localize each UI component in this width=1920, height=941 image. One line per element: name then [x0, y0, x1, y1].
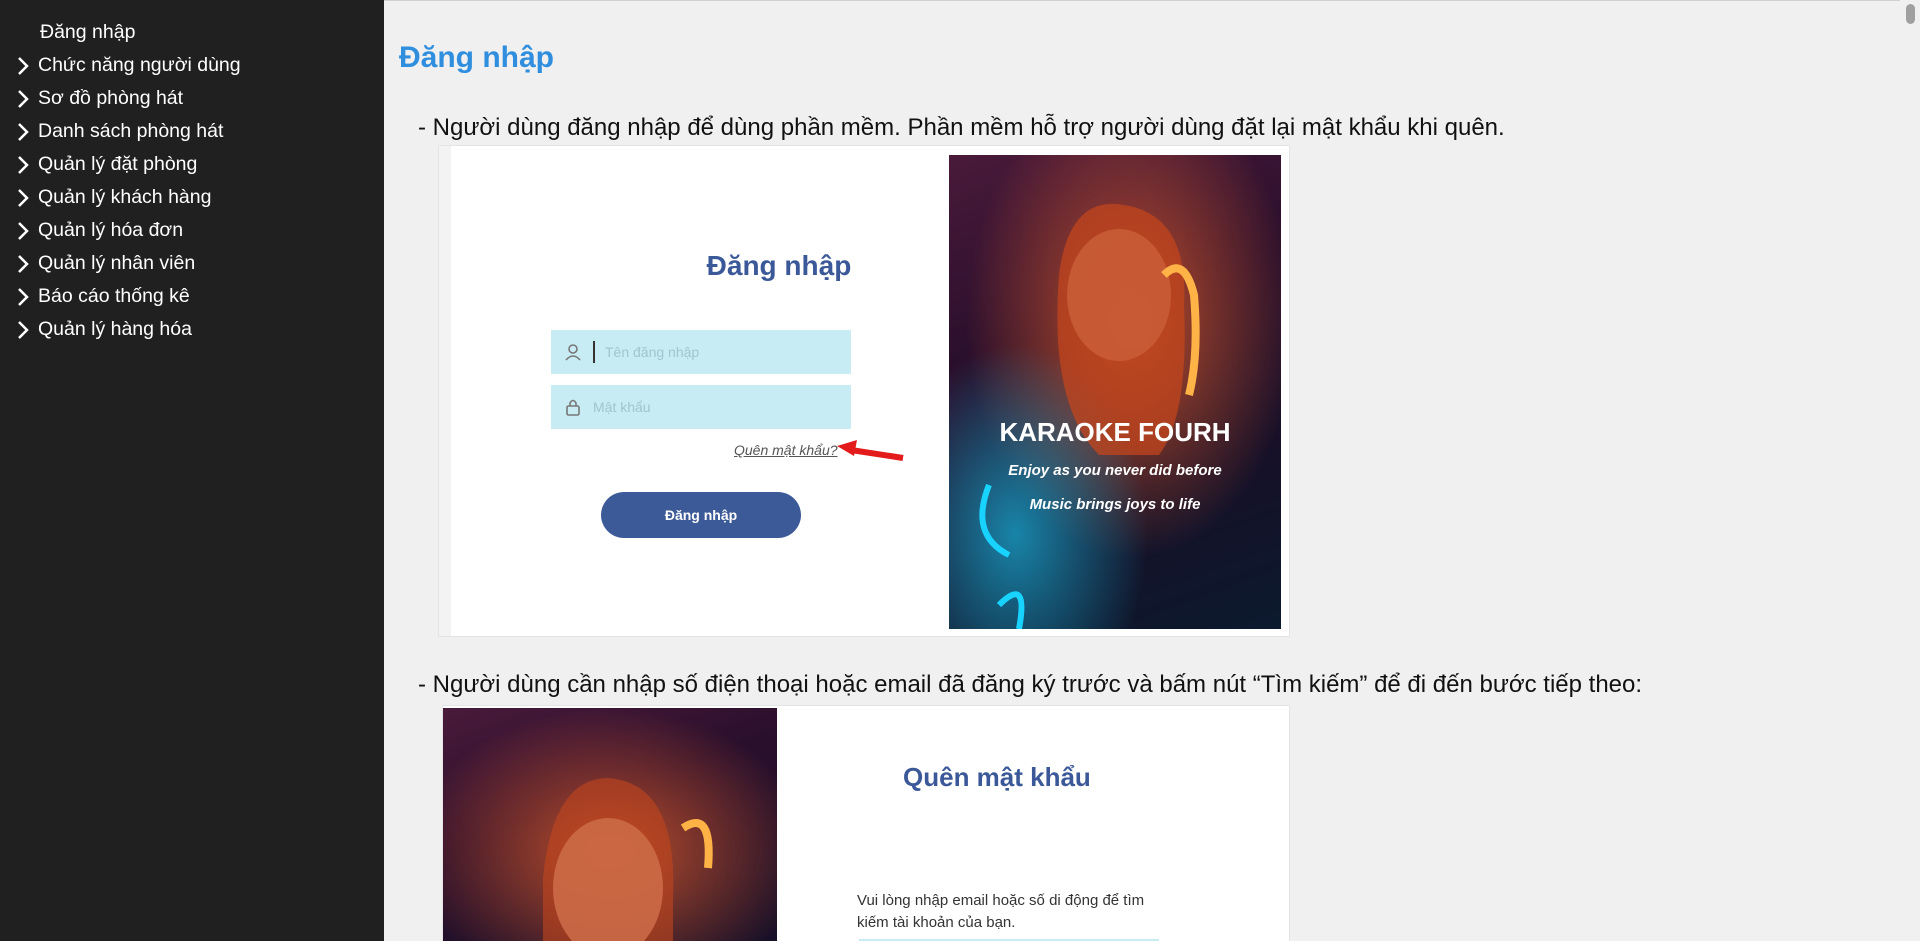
scrollbar[interactable]: [1900, 0, 1920, 941]
login-button: Đăng nhập: [601, 492, 801, 538]
sidebar-item-dang-nhap[interactable]: Đăng nhập: [0, 16, 384, 49]
sidebar-item-chuc-nang-nguoi-dung[interactable]: Chức năng người dùng: [0, 49, 384, 82]
text-caret: [593, 341, 595, 363]
scrollbar-thumb[interactable]: [1906, 4, 1915, 24]
login-screenshot: Đăng nhập Tên đăng nhập Mật khẩu Quên mậ…: [438, 145, 1290, 637]
forgot-password-screenshot: Quên mật khẩu Vui lòng nhập email hoặc s…: [442, 705, 1290, 941]
karaoke-poster-image: KARAOKE FOURH Enjoy as you never did bef…: [949, 155, 1281, 629]
password-placeholder: Mật khẩu: [593, 399, 651, 415]
sidebar-item-quan-ly-dat-phong[interactable]: Quản lý đặt phòng: [0, 148, 384, 181]
sidebar-item-label: Sơ đồ phòng hát: [38, 87, 184, 109]
main-content: Đăng nhập - Người dùng đăng nhập để dùng…: [384, 0, 1900, 941]
description-paragraph: - Người dùng đăng nhập để dùng phần mềm.…: [418, 114, 1505, 141]
sidebar-item-so-do-phong-hat[interactable]: Sơ đồ phòng hát: [0, 82, 384, 115]
sidebar-item-label: Quản lý nhân viên: [38, 252, 196, 274]
username-placeholder: Tên đăng nhập: [605, 344, 700, 360]
sidebar-item-quan-ly-hoa-don[interactable]: Quản lý hóa đơn: [0, 214, 384, 247]
forgot-password-description: Vui lòng nhập email hoặc số di động để t…: [857, 892, 1145, 931]
sidebar-item-danh-sach-phong-hat[interactable]: Danh sách phòng hát: [0, 115, 384, 148]
sidebar-nav: Đăng nhập Chức năng người dùng Sơ đồ phò…: [0, 0, 384, 941]
sidebar-item-quan-ly-nhan-vien[interactable]: Quản lý nhân viên: [0, 247, 384, 280]
sidebar-item-label: Quản lý hàng hóa: [38, 318, 192, 340]
lock-icon: [566, 399, 580, 416]
forgot-password-link: Quên mật khẩu?: [734, 442, 838, 458]
poster-art: [443, 708, 777, 941]
sidebar-item-bao-cao-thong-ke[interactable]: Báo cáo thống kê: [0, 280, 384, 313]
chevron-right-icon: [16, 287, 38, 307]
chevron-right-icon: [16, 89, 38, 109]
description-paragraph-2: - Người dùng cần nhập số điện thoại hoặc…: [418, 671, 1643, 698]
sidebar-item-label: Quản lý hóa đơn: [38, 219, 184, 241]
chevron-right-icon: [16, 122, 38, 142]
login-title: Đăng nhập: [706, 250, 852, 281]
chevron-right-icon: [16, 188, 38, 208]
poster-tagline-1: Enjoy as you never did before: [1008, 462, 1222, 479]
sidebar-item-quan-ly-hang-hoa[interactable]: Quản lý hàng hóa: [0, 313, 384, 346]
password-field: Mật khẩu: [551, 385, 851, 429]
karaoke-poster-image: [443, 708, 777, 941]
sidebar-item-label: Quản lý đặt phòng: [38, 153, 198, 175]
sidebar-item-label: Danh sách phòng hát: [38, 120, 224, 142]
sidebar-item-label: Chức năng người dùng: [38, 54, 241, 76]
chevron-right-icon: [16, 56, 38, 76]
sidebar-item-label: Đăng nhập: [40, 21, 136, 43]
user-icon: [565, 344, 581, 361]
username-field: Tên đăng nhập: [551, 330, 851, 374]
chevron-right-icon: [16, 221, 38, 241]
chevron-right-icon: [16, 254, 38, 274]
sidebar-item-quan-ly-khach-hang[interactable]: Quản lý khách hàng: [0, 181, 384, 214]
sidebar-item-label: Báo cáo thống kê: [38, 285, 190, 307]
screenshot-border: [439, 146, 451, 636]
forgot-password-title: Quên mật khẩu: [903, 762, 1091, 792]
page-title: Đăng nhập: [399, 41, 554, 74]
chevron-right-icon: [16, 155, 38, 175]
sidebar-item-label: Quản lý khách hàng: [38, 186, 212, 208]
red-arrow-icon: [837, 440, 904, 461]
poster-tagline-2: Music brings joys to life: [1029, 496, 1201, 513]
chevron-right-icon: [16, 320, 38, 340]
poster-art: [949, 155, 1281, 629]
poster-title: KARAOKE FOURH: [999, 417, 1231, 447]
